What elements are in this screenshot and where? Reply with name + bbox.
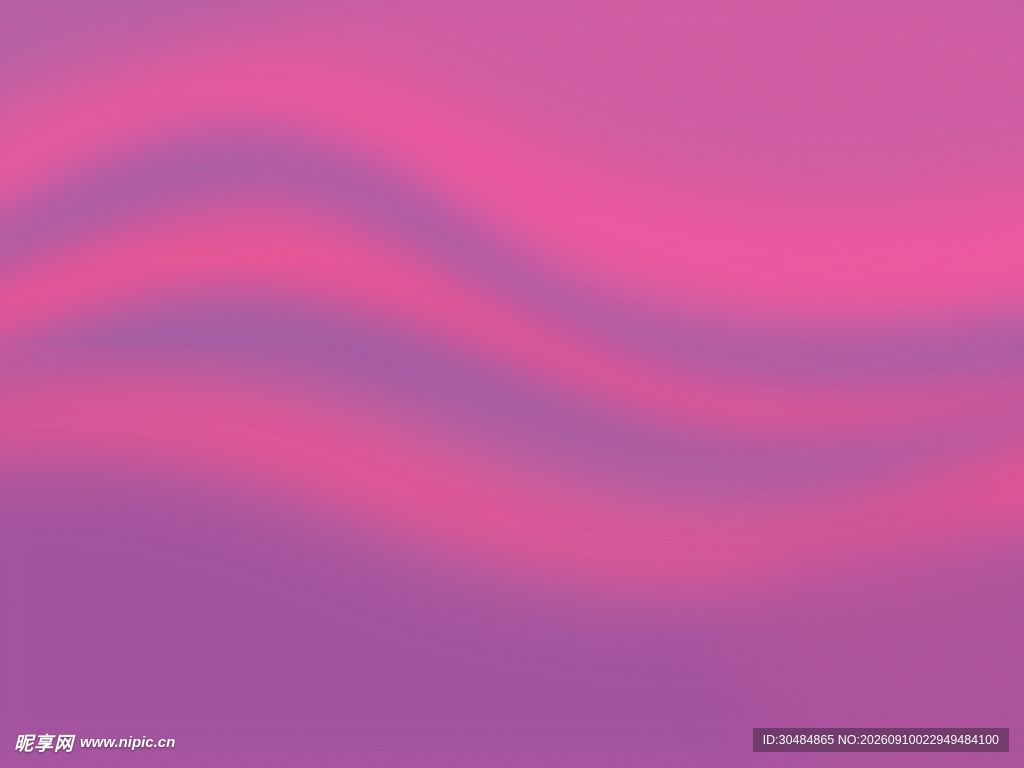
image-id-badge: ID:30484865 NO:20260910022949484100 [752, 728, 1009, 752]
watermark-brand: 昵享网 [14, 732, 75, 755]
abstract-wave-image: 昵享网 www.nipic.cn ID:30484865 NO:20260910… [0, 0, 1024, 768]
site-watermark: 昵享网 www.nipic.cn [14, 728, 175, 756]
image-id-text: ID:30484865 NO:20260910022949484100 [762, 733, 999, 747]
wave-gradient-artwork [0, 0, 1024, 768]
watermark-url: www.nipic.cn [80, 733, 176, 751]
